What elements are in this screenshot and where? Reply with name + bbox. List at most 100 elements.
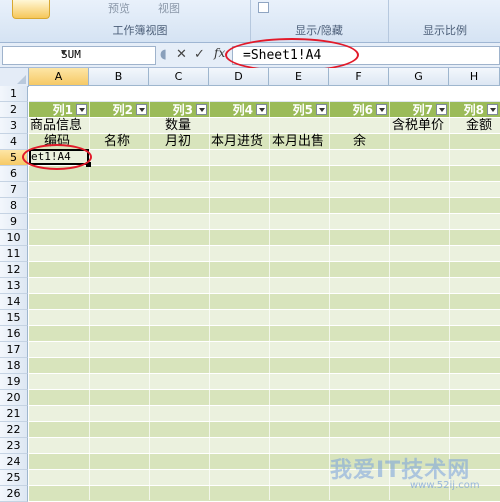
row-header[interactable]: 12 bbox=[0, 262, 28, 278]
insert-function-icon[interactable]: fx bbox=[214, 46, 225, 60]
cell-f4[interactable]: 余 bbox=[353, 134, 366, 150]
row-band bbox=[29, 262, 500, 278]
column-gridline bbox=[209, 86, 210, 500]
grip-icon: ◖ bbox=[160, 47, 167, 62]
row-header[interactable]: 23 bbox=[0, 438, 28, 454]
row-header[interactable]: 13 bbox=[0, 278, 28, 294]
row-band bbox=[29, 294, 500, 310]
row-band bbox=[29, 326, 500, 342]
select-all-corner[interactable] bbox=[0, 68, 29, 87]
row-band bbox=[29, 198, 500, 214]
row-header[interactable]: 21 bbox=[0, 406, 28, 422]
column-header-f[interactable]: F bbox=[329, 68, 389, 86]
row-header[interactable]: 7 bbox=[0, 182, 28, 198]
table-header-cell[interactable]: 列3 bbox=[149, 102, 209, 118]
row-band bbox=[29, 438, 500, 454]
ribbon-separator bbox=[388, 0, 389, 42]
row-header[interactable]: 17 bbox=[0, 342, 28, 358]
row-header[interactable]: 24 bbox=[0, 454, 28, 470]
filter-dropdown-icon[interactable] bbox=[436, 104, 447, 115]
filter-dropdown-icon[interactable] bbox=[487, 104, 498, 115]
row-header[interactable]: 16 bbox=[0, 326, 28, 342]
row-band bbox=[29, 470, 500, 486]
row-band bbox=[29, 454, 500, 470]
table-header-cell[interactable]: 列6 bbox=[329, 102, 389, 118]
view-button[interactable]: 视图 bbox=[158, 0, 180, 16]
column-header-b[interactable]: B bbox=[89, 68, 149, 86]
filter-dropdown-icon[interactable] bbox=[196, 104, 207, 115]
column-header-g[interactable]: G bbox=[389, 68, 449, 86]
highlight-oval-cell bbox=[22, 144, 92, 170]
cell-g3[interactable]: 含税单价 bbox=[392, 118, 444, 134]
group-zoom: 显示比例 bbox=[423, 24, 467, 37]
enter-icon[interactable]: ✓ bbox=[194, 47, 205, 62]
cell-h3[interactable]: 金额 bbox=[466, 118, 492, 134]
row-header[interactable]: 25 bbox=[0, 470, 28, 486]
row-header[interactable]: 3 bbox=[0, 118, 28, 134]
row-band bbox=[29, 278, 500, 294]
filter-dropdown-icon[interactable] bbox=[316, 104, 327, 115]
column-gridline bbox=[89, 86, 90, 500]
chevron-down-icon[interactable]: ▼ bbox=[61, 48, 152, 58]
row-band bbox=[29, 406, 500, 422]
row-header[interactable]: 11 bbox=[0, 246, 28, 262]
row-header[interactable]: 22 bbox=[0, 422, 28, 438]
group-show-hide: 显示/隐藏 bbox=[295, 24, 343, 37]
table-header-cell[interactable]: 列4 bbox=[209, 102, 269, 118]
column-header-c[interactable]: C bbox=[149, 68, 209, 86]
filter-dropdown-icon[interactable] bbox=[256, 104, 267, 115]
row-header[interactable]: 8 bbox=[0, 198, 28, 214]
table-header-label: 列4 bbox=[232, 103, 253, 117]
cell-d4[interactable]: 本月进货 bbox=[211, 134, 263, 150]
cell-c3[interactable]: 数量 bbox=[165, 118, 191, 134]
row-header[interactable]: 14 bbox=[0, 294, 28, 310]
cell-c4[interactable]: 月初 bbox=[165, 134, 191, 150]
filter-dropdown-icon[interactable] bbox=[76, 104, 87, 115]
name-box[interactable]: SUM ▼ bbox=[2, 46, 156, 65]
row-band bbox=[29, 246, 500, 262]
row-band bbox=[29, 422, 500, 438]
column-header-a[interactable]: A bbox=[29, 68, 89, 86]
cancel-icon[interactable]: ✕ bbox=[176, 47, 187, 62]
table-header-cell[interactable]: 列1 bbox=[29, 102, 89, 118]
row-header[interactable]: 20 bbox=[0, 390, 28, 406]
group-workbook-views: 工作簿视图 bbox=[112, 24, 168, 37]
row-header[interactable]: 9 bbox=[0, 214, 28, 230]
filter-dropdown-icon[interactable] bbox=[136, 104, 147, 115]
view-layout-icon[interactable] bbox=[12, 0, 50, 19]
row-band bbox=[29, 182, 500, 198]
row-header[interactable]: 2 bbox=[0, 102, 28, 118]
filter-dropdown-icon[interactable] bbox=[376, 104, 387, 115]
row-header[interactable]: 4 bbox=[0, 134, 28, 150]
show-checkbox[interactable] bbox=[258, 2, 269, 13]
table-header-cell[interactable]: 列7 bbox=[389, 102, 449, 118]
row-header[interactable]: 18 bbox=[0, 358, 28, 374]
row-header[interactable]: 15 bbox=[0, 310, 28, 326]
table-header-label: 列2 bbox=[112, 103, 133, 117]
table-header-cell[interactable]: 列2 bbox=[89, 102, 149, 118]
cell-a3[interactable]: 商品信息 bbox=[30, 118, 82, 134]
row-band bbox=[29, 214, 500, 230]
row-band bbox=[29, 342, 500, 358]
table-header-label: 列5 bbox=[292, 103, 313, 117]
row-band bbox=[29, 390, 500, 406]
column-header-e[interactable]: E bbox=[269, 68, 329, 86]
table-header-label: 列6 bbox=[352, 103, 373, 117]
row-header[interactable]: 1 bbox=[0, 86, 28, 102]
column-header-d[interactable]: D bbox=[209, 68, 269, 86]
row-header[interactable]: 19 bbox=[0, 374, 28, 390]
row-header[interactable]: 6 bbox=[0, 166, 28, 182]
row-band bbox=[29, 230, 500, 246]
cell-e4[interactable]: 本月出售 bbox=[272, 134, 324, 150]
table-header-cell[interactable]: 列5 bbox=[269, 102, 329, 118]
column-gridline bbox=[449, 86, 450, 500]
preview-button[interactable]: 预览 bbox=[108, 0, 130, 16]
row-band bbox=[29, 86, 500, 102]
table-header-cell[interactable]: 列8 bbox=[449, 102, 500, 118]
row-header[interactable]: 10 bbox=[0, 230, 28, 246]
column-header-h[interactable]: H bbox=[449, 68, 500, 86]
table-header-label: 列7 bbox=[412, 103, 433, 117]
table-header-label: 列1 bbox=[52, 103, 73, 117]
column-gridline bbox=[149, 86, 150, 500]
cell-b4[interactable]: 名称 bbox=[104, 134, 130, 150]
